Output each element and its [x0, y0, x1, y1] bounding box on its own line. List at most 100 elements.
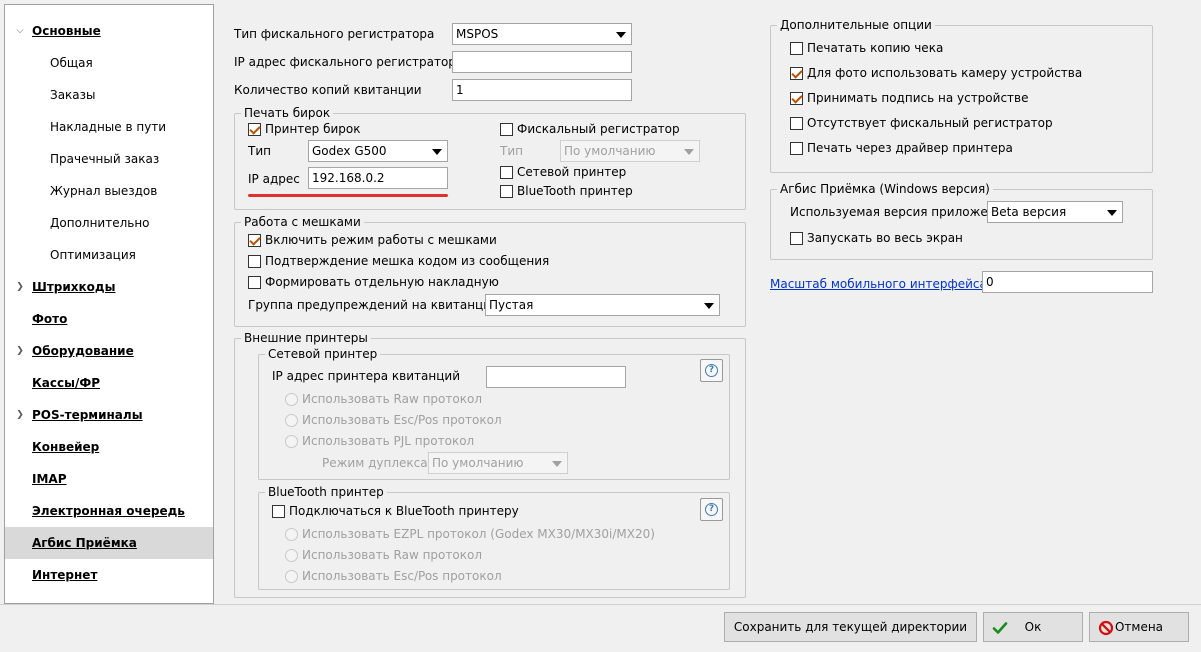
- duplex-select[interactable]: По умолчанию: [428, 452, 568, 474]
- escpos-label[interactable]: Использовать Esc/Pos протокол: [302, 412, 502, 428]
- tree-item-zhurnal[interactable]: Журнал выездов: [5, 175, 213, 207]
- tag-ip-label: IP адрес: [248, 172, 300, 186]
- tag-type-select[interactable]: Godex G500: [308, 140, 448, 162]
- bags-confirm-checkbox[interactable]: [248, 255, 261, 268]
- chevron-right-icon[interactable]: ❯: [14, 399, 26, 431]
- dropdown-arrow-icon: [704, 303, 714, 309]
- tree-item-ochered[interactable]: Электронная очередь: [5, 495, 213, 527]
- bags-mode-label[interactable]: Включить режим работы с мешками: [265, 232, 497, 248]
- bt-connect-checkbox[interactable]: [272, 505, 285, 518]
- bottom-divider: [0, 604, 1201, 605]
- network-printer-label[interactable]: Сетевой принтер: [517, 164, 626, 180]
- bluetooth-printer-checkbox[interactable]: [500, 185, 513, 198]
- print-copy-label[interactable]: Печатать копию чека: [807, 40, 943, 56]
- fullscreen-checkbox[interactable]: [790, 232, 803, 245]
- print-copy-checkbox[interactable]: [790, 42, 803, 55]
- network-printer-checkbox[interactable]: [500, 166, 513, 179]
- tag-type2-label: Тип: [500, 144, 523, 158]
- cancel-button[interactable]: Отмена: [1089, 612, 1189, 642]
- signature-label[interactable]: Принимать подпись на устройстве: [807, 90, 1028, 106]
- raw-radio[interactable]: [285, 393, 298, 406]
- chevron-right-icon[interactable]: ❯: [14, 271, 26, 303]
- tree-item-oborudovanie[interactable]: ❯ Оборудование: [5, 335, 213, 367]
- bluetooth-printer-label[interactable]: BlueTooth принтер: [517, 183, 633, 199]
- no-fiscal-checkbox[interactable]: [790, 117, 803, 130]
- fiscal-ip-input[interactable]: [452, 51, 632, 73]
- bt-printer-title: BlueTooth принтер: [265, 485, 387, 499]
- tree-item-prachechny[interactable]: Прачечный заказ: [5, 143, 213, 175]
- tree-item-konveyer[interactable]: Конвейер: [5, 431, 213, 463]
- question-icon: ?: [705, 364, 718, 377]
- camera-checkbox[interactable]: [790, 67, 803, 80]
- tree-item-zakazy[interactable]: Заказы: [5, 79, 213, 111]
- bt-escpos-label[interactable]: Использовать Esc/Pos протокол: [302, 568, 502, 584]
- settings-tree: ⌵ Основные Общая Заказы Накладные в пути …: [4, 4, 214, 604]
- help-button[interactable]: ?: [700, 498, 723, 521]
- tree-item-optimizaciya[interactable]: Оптимизация: [5, 239, 213, 271]
- bags-invoice-label[interactable]: Формировать отдельную накладную: [265, 274, 499, 290]
- tree-item-osnovnye[interactable]: ⌵ Основные: [5, 15, 213, 47]
- fiscal-registrar-label[interactable]: Фискальный регистратор: [517, 121, 680, 137]
- tree-item-internet[interactable]: Интернет: [5, 559, 213, 591]
- save-for-directory-button[interactable]: Сохранить для текущей директории: [724, 612, 977, 642]
- tag-type2-select[interactable]: По умолчанию: [560, 140, 700, 162]
- tree-item-agbis-priemka[interactable]: Агбис Приёмка: [5, 527, 213, 559]
- bt-escpos-radio[interactable]: [285, 570, 298, 583]
- tree-item-dopolnitelno[interactable]: Дополнительно: [5, 207, 213, 239]
- duplex-label: Режим дуплекса: [322, 456, 428, 470]
- tag-ip-input[interactable]: 192.168.0.2: [308, 167, 448, 189]
- escpos-radio[interactable]: [285, 414, 298, 427]
- fiscal-registrar-checkbox[interactable]: [500, 123, 513, 136]
- tag-printer-checkbox[interactable]: [248, 123, 261, 136]
- tag-printer-label[interactable]: Принтер бирок: [265, 121, 361, 137]
- receipt-ip-input[interactable]: [486, 366, 626, 388]
- bt-connect-label[interactable]: Подключаться к BlueTooth принтеру: [289, 503, 519, 519]
- mobile-scale-link[interactable]: Масштаб мобильного интерфейса: [770, 276, 987, 292]
- dropdown-arrow-icon: [684, 149, 694, 155]
- red-underline-highlight: [248, 194, 448, 197]
- tree-item-obshaya[interactable]: Общая: [5, 47, 213, 79]
- signature-checkbox[interactable]: [790, 92, 803, 105]
- extra-options-title: Дополнительные опции: [777, 18, 935, 32]
- driver-print-checkbox[interactable]: [790, 142, 803, 155]
- tree-item-pos[interactable]: ❯ POS-терминалы: [5, 399, 213, 431]
- mobile-scale-input[interactable]: 0: [982, 271, 1153, 293]
- no-fiscal-label[interactable]: Отсутствует фискальный регистратор: [807, 115, 1053, 131]
- checkmark-icon: [992, 622, 1008, 634]
- copies-label: Количество копий квитанции: [234, 83, 422, 97]
- chevron-right-icon[interactable]: ❯: [14, 335, 26, 367]
- pjl-radio[interactable]: [285, 435, 298, 448]
- raw-label[interactable]: Использовать Raw протокол: [302, 391, 482, 407]
- copies-input[interactable]: 1: [452, 79, 632, 101]
- tree-item-kassy[interactable]: Кассы/ФР: [5, 367, 213, 399]
- driver-print-label[interactable]: Печать через драйвер принтера: [807, 140, 1013, 156]
- bt-raw-label[interactable]: Использовать Raw протокол: [302, 547, 482, 563]
- app-version-label: Используемая версия приложения: [790, 205, 1011, 219]
- fiscal-type-select[interactable]: MSPOS: [452, 23, 632, 45]
- warn-group-select[interactable]: Пустая: [485, 294, 720, 316]
- tree-item-shtrihkody[interactable]: ❯ Штрихкоды: [5, 271, 213, 303]
- tree-item-imap[interactable]: IMAP: [5, 463, 213, 495]
- question-icon: ?: [705, 503, 718, 516]
- fullscreen-label[interactable]: Запускать во весь экран: [807, 230, 963, 246]
- tree-item-nakladnye[interactable]: Накладные в пути: [5, 111, 213, 143]
- help-button[interactable]: ?: [700, 359, 723, 382]
- ext-printers-title: Внешние принтеры: [241, 331, 371, 345]
- bags-mode-checkbox[interactable]: [248, 234, 261, 247]
- ezpl-label[interactable]: Использовать EZPL протокол (Godex MX30/M…: [302, 526, 655, 542]
- chevron-down-icon[interactable]: ⌵: [14, 15, 26, 47]
- tag-type-label: Тип: [248, 144, 271, 158]
- ezpl-radio[interactable]: [285, 528, 298, 541]
- bags-invoice-checkbox[interactable]: [248, 276, 261, 289]
- app-version-select[interactable]: Beta версия: [987, 201, 1123, 223]
- tree-item-foto[interactable]: Фото: [5, 303, 213, 335]
- agbis-title: Агбис Приёмка (Windows версия): [777, 182, 993, 196]
- pjl-label[interactable]: Использовать PJL протокол: [302, 433, 474, 449]
- fiscal-ip-label: IP адрес фискального регистратора: [234, 55, 464, 69]
- bags-confirm-label[interactable]: Подтверждение мешка кодом из сообщения: [265, 253, 549, 269]
- dropdown-arrow-icon: [432, 149, 442, 155]
- ok-button[interactable]: Ок: [983, 612, 1083, 642]
- camera-label[interactable]: Для фото использовать камеру устройства: [807, 65, 1082, 81]
- dropdown-arrow-icon: [552, 461, 562, 467]
- bt-raw-radio[interactable]: [285, 549, 298, 562]
